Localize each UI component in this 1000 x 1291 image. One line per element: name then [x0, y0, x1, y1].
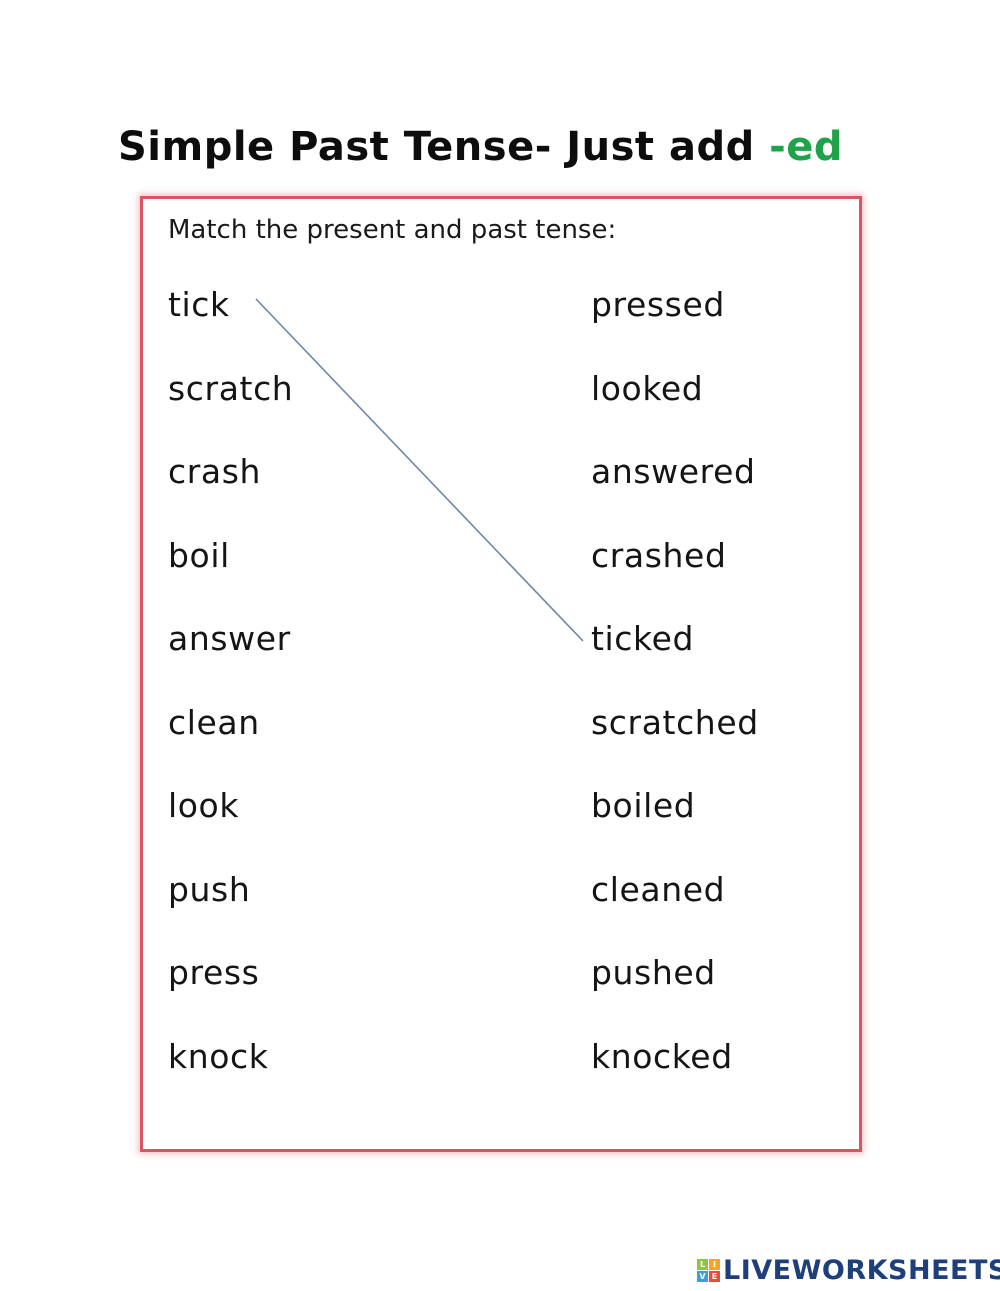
live-tiles-icon: LIVE [697, 1259, 720, 1282]
past-word-answered[interactable]: answered [591, 452, 756, 491]
liveworksheets-logo: LIVE LIVEWORKSHEETS [697, 1255, 1000, 1286]
title-main: Simple Past Tense- Just add [118, 124, 770, 170]
worksheet-title: Simple Past Tense- Just add -ed [118, 124, 843, 170]
past-word-ticked[interactable]: ticked [591, 619, 694, 658]
present-word-scratch[interactable]: scratch [168, 369, 293, 408]
logo-tile: L [697, 1259, 708, 1270]
past-word-cleaned[interactable]: cleaned [591, 870, 725, 909]
exercise-box: Match the present and past tense: tick sc… [140, 196, 862, 1152]
past-word-scratched[interactable]: scratched [591, 703, 759, 742]
present-word-knock[interactable]: knock [168, 1037, 268, 1076]
logo-tile: E [709, 1271, 720, 1282]
present-word-press[interactable]: press [168, 953, 259, 992]
present-word-clean[interactable]: clean [168, 703, 260, 742]
present-word-boil[interactable]: boil [168, 536, 230, 575]
past-word-pushed[interactable]: pushed [591, 953, 716, 992]
present-word-answer[interactable]: answer [168, 619, 291, 658]
past-word-boiled[interactable]: boiled [591, 786, 695, 825]
present-word-tick[interactable]: tick [168, 285, 230, 324]
logo-tile: I [709, 1259, 720, 1270]
logo-tile: V [697, 1271, 708, 1282]
instruction-text: Match the present and past tense: [168, 215, 617, 245]
logo-text: LIVEWORKSHEETS [723, 1255, 1000, 1286]
past-word-looked[interactable]: looked [591, 369, 703, 408]
past-word-knocked[interactable]: knocked [591, 1037, 733, 1076]
past-word-pressed[interactable]: pressed [591, 285, 725, 324]
present-word-push[interactable]: push [168, 870, 250, 909]
present-word-crash[interactable]: crash [168, 452, 261, 491]
present-word-look[interactable]: look [168, 786, 239, 825]
title-accent: -ed [769, 124, 844, 170]
past-word-crashed[interactable]: crashed [591, 536, 727, 575]
